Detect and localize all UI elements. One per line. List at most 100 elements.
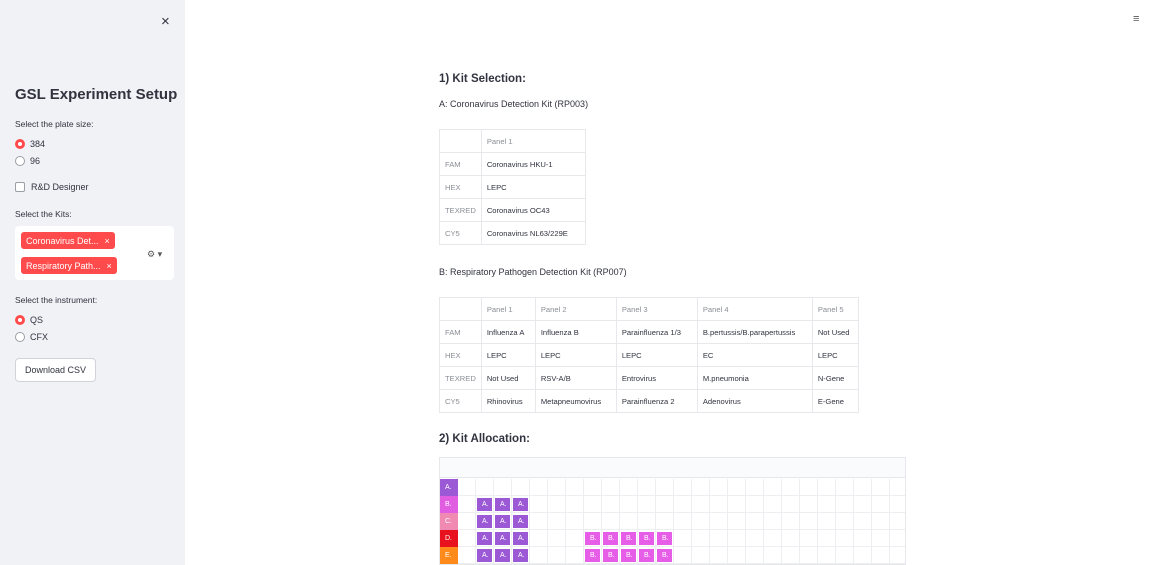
column-header [439, 297, 482, 321]
plate-cell [566, 496, 584, 513]
table-row: FAM Coronavirus HKU-1 [439, 152, 586, 176]
plate-cell [710, 547, 728, 564]
table-cell: Entrovirus [615, 366, 698, 390]
radio-selected-icon [15, 315, 25, 325]
hamburger-menu-icon[interactable]: ≡ [1133, 14, 1139, 25]
kit-b-table: Panel 1 Panel 2 Panel 3 Panel 4 Panel 5 … [439, 297, 859, 413]
plate-grid: A. B. C. D. E. A. A. A. A. A. A. A. A. A. A. A. A. B. B. B.… [439, 457, 906, 565]
plate-cell [728, 513, 746, 530]
plate-cell [566, 513, 584, 530]
plate-well-kit-a[interactable]: A. [494, 497, 511, 512]
plate-well-kit-b[interactable]: B. [656, 548, 673, 563]
table-row: TEXRED Not Used RSV-A/B Entrovirus M.pne… [439, 366, 859, 390]
radio-instrument-qs[interactable]: QS [15, 315, 43, 325]
column-header: Panel 4 [696, 297, 813, 321]
plate-cell [800, 479, 818, 496]
plate-cell [818, 479, 836, 496]
table-header-row: Panel 1 [439, 129, 586, 153]
plate-cell [512, 479, 530, 496]
plate-well-kit-a[interactable]: A. [494, 531, 511, 546]
tag-label: Coronavirus Det... [26, 235, 99, 246]
table-cell: Parainfluenza 2 [615, 389, 698, 413]
plate-well-kit-a[interactable]: A. [476, 514, 493, 529]
plate-cell [476, 479, 494, 496]
plate-well-kit-b[interactable]: B. [620, 531, 637, 546]
radio-unselected-icon [15, 332, 25, 342]
plate-cell [764, 530, 782, 547]
plate-cell [548, 547, 566, 564]
plate-well-kit-a[interactable]: A. [494, 514, 511, 529]
kit-tag-respiratory[interactable]: Respiratory Path... × [21, 257, 117, 274]
radio-plate-384[interactable]: 384 [15, 139, 45, 149]
plate-well-kit-b[interactable]: B. [584, 531, 601, 546]
rnd-designer-checkbox[interactable]: R&D Designer [15, 182, 89, 192]
plate-cell [548, 513, 566, 530]
plate-cell [458, 513, 476, 530]
plate-cell [584, 479, 602, 496]
plate-well-kit-b[interactable]: B. [602, 531, 619, 546]
plate-cell [638, 479, 656, 496]
table-cell: Coronavirus NL63/229E [480, 221, 586, 245]
plate-cell [548, 496, 566, 513]
plate-cell [710, 496, 728, 513]
plate-well-kit-b[interactable]: B. [638, 531, 655, 546]
plate-well-kit-a[interactable]: A. [512, 514, 529, 529]
radio-unselected-icon [15, 156, 25, 166]
plate-size-label: Select the plate size: [15, 119, 94, 129]
plate-cell [710, 479, 728, 496]
plate-well-kit-a[interactable]: A. [476, 497, 493, 512]
kit-tag-coronavirus[interactable]: Coronavirus Det... × [21, 232, 115, 249]
plate-cell [746, 547, 764, 564]
plate-cell [656, 513, 674, 530]
plate-well-kit-a[interactable]: A. [494, 548, 511, 563]
plate-cell [854, 547, 872, 564]
plate-well-kit-b[interactable]: B. [584, 548, 601, 563]
plate-well-kit-b[interactable]: B. [620, 548, 637, 563]
plate-cell [872, 496, 890, 513]
row-header: FAM [439, 152, 482, 176]
plate-cell [818, 547, 836, 564]
plate-cell [458, 479, 476, 496]
plate-cell [674, 496, 692, 513]
plate-cell [836, 496, 854, 513]
plate-well-kit-a[interactable]: A. [512, 531, 529, 546]
plate-cell [530, 496, 548, 513]
plate-cell [728, 530, 746, 547]
table-row: HEX LEPC LEPC LEPC EC LEPC [439, 343, 859, 367]
plate-cell [836, 479, 854, 496]
plate-well-kit-a[interactable]: A. [476, 531, 493, 546]
plate-cell [656, 496, 674, 513]
plate-row-label: D. [440, 530, 458, 547]
kits-multiselect[interactable]: Coronavirus Det... × Respiratory Path...… [15, 226, 174, 280]
plate-well-kit-b[interactable]: B. [656, 531, 673, 546]
radio-label: QS [30, 315, 44, 325]
plate-cell [854, 513, 872, 530]
column-header: Panel 1 [480, 297, 536, 321]
close-sidebar-icon[interactable]: × [161, 14, 170, 29]
plate-cell [566, 530, 584, 547]
radio-instrument-cfx[interactable]: CFX [15, 332, 48, 342]
download-csv-button[interactable]: Download CSV [15, 358, 97, 382]
radio-plate-96[interactable]: 96 [15, 156, 40, 166]
plate-well-kit-b[interactable]: B. [638, 548, 655, 563]
tag-remove-icon[interactable]: × [107, 261, 112, 271]
table-cell: LEPC [811, 343, 859, 367]
plate-cell [782, 496, 800, 513]
plate-cell [782, 547, 800, 564]
multiselect-clear-dropdown-icon[interactable]: ⚙ ▾ [147, 249, 162, 260]
plate-cell [836, 547, 854, 564]
plate-well-kit-b[interactable]: B. [602, 548, 619, 563]
plate-well-kit-a[interactable]: A. [512, 497, 529, 512]
plate-cell [818, 496, 836, 513]
section-kit-selection-title: 1) Kit Selection: [439, 73, 526, 85]
table-cell: Influenza B [534, 320, 617, 344]
plate-cell [602, 513, 620, 530]
plate-cell [548, 530, 566, 547]
plate-well-kit-a[interactable]: A. [476, 548, 493, 563]
plate-cell [764, 496, 782, 513]
table-cell: Not Used [480, 366, 536, 390]
plate-well-kit-a[interactable]: A. [512, 548, 529, 563]
plate-cell [872, 479, 890, 496]
tag-remove-icon[interactable]: × [105, 236, 110, 246]
plate-cell [890, 479, 905, 496]
